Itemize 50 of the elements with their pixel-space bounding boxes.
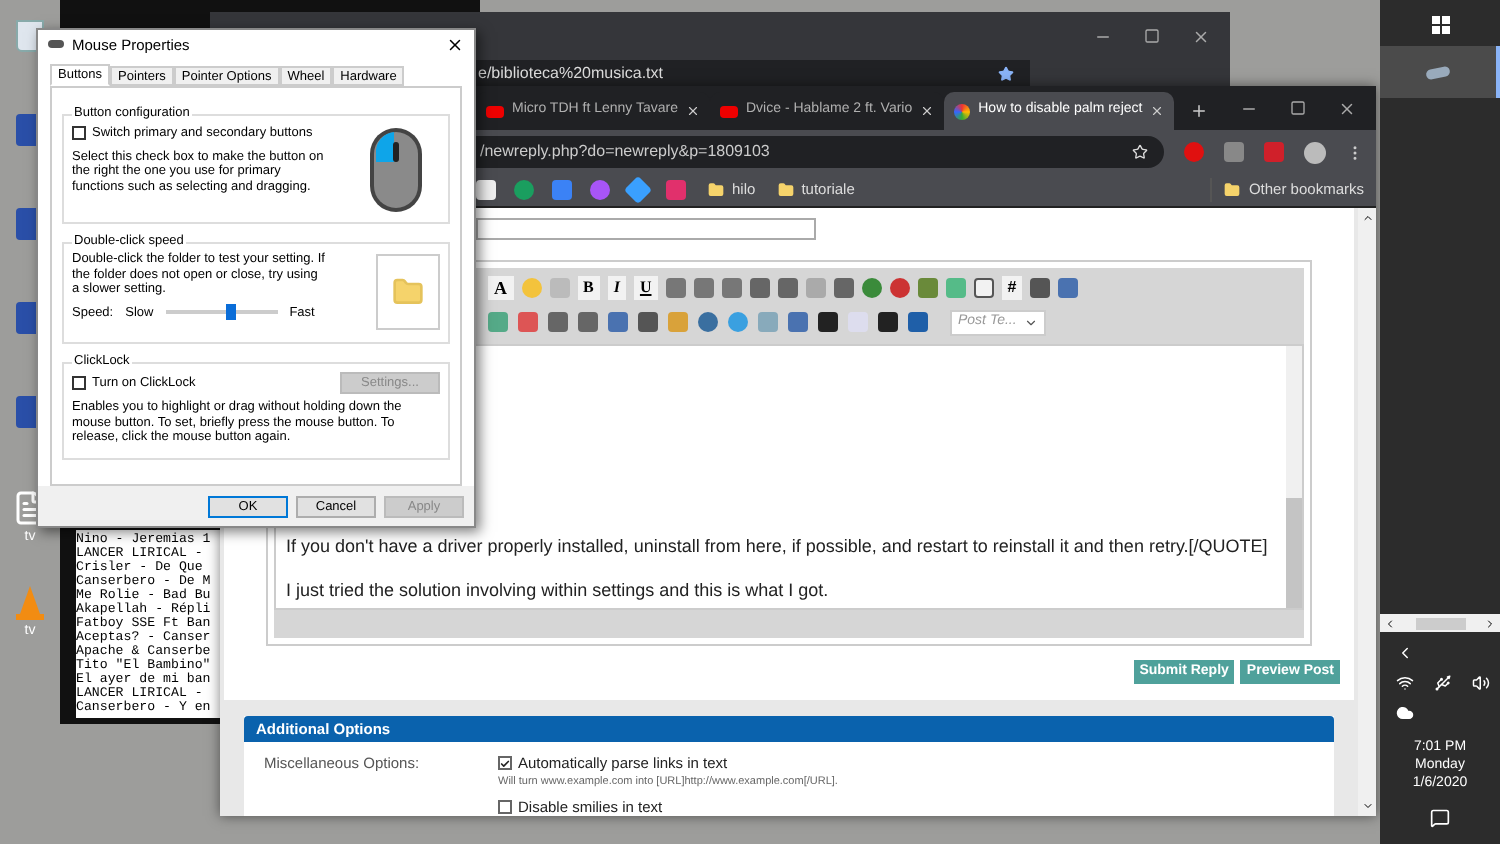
new-tab-icon[interactable] [1190, 102, 1209, 120]
show-hidden-icons-icon[interactable] [1396, 644, 1414, 662]
close-icon[interactable] [1338, 100, 1356, 118]
close-tab-icon[interactable] [1150, 104, 1165, 118]
mouse-drawing [368, 126, 424, 215]
taskbar-app-button[interactable] [1380, 46, 1500, 98]
folder-icon[interactable] [708, 182, 724, 198]
play-logo-icon [486, 105, 504, 117]
scroll-right-icon[interactable] [1484, 617, 1496, 629]
hash-button[interactable]: # [1001, 276, 1023, 300]
checkbox[interactable] [498, 799, 512, 814]
close-icon[interactable] [446, 35, 464, 54]
close-tab-icon[interactable] [920, 104, 935, 118]
checkbox[interactable] [72, 126, 86, 141]
underline-button[interactable]: U [633, 276, 658, 300]
close-tab-icon[interactable] [686, 104, 700, 118]
scrollbar[interactable] [1286, 346, 1302, 608]
profile-avatar[interactable] [1304, 141, 1326, 163]
scroll-up-icon[interactable] [1361, 212, 1373, 224]
text-input-field[interactable] [476, 218, 816, 240]
maximize-icon[interactable] [1290, 100, 1306, 116]
volume-icon[interactable] [1472, 674, 1490, 692]
checkbox[interactable] [72, 376, 86, 391]
italic-button[interactable]: I [607, 276, 626, 300]
caret-icon[interactable] [1024, 315, 1038, 329]
wifi-icon[interactable] [1396, 674, 1414, 692]
maximize-icon[interactable] [1144, 28, 1160, 44]
folder-icon[interactable] [777, 182, 794, 198]
mouse-icon [1425, 64, 1451, 80]
usb-icon[interactable] [1434, 674, 1452, 692]
folder-icon[interactable] [1224, 182, 1241, 198]
scrollbar[interactable] [1380, 614, 1500, 632]
scroll-left-icon[interactable] [1384, 617, 1396, 629]
windows-logo-icon[interactable] [1431, 16, 1449, 34]
message-text: I just tried the solution involving within settings and this is what I got. [286, 577, 831, 604]
bold-button[interactable]: B [577, 276, 600, 300]
message-text: If you don't have a driver properly installed, uninstall from here, if possible, and restart to reinstall it and then retry.[/QUOTE] [286, 534, 1270, 560]
cloud-icon[interactable] [1396, 704, 1414, 722]
star-icon[interactable] [998, 65, 1014, 81]
font-color-button[interactable]: A [488, 276, 513, 300]
page-scrollbar[interactable] [1358, 208, 1376, 816]
puzzle-logo-icon [954, 103, 971, 119]
notifications-icon[interactable] [1430, 808, 1450, 828]
slider-thumb[interactable] [226, 304, 237, 321]
star-icon[interactable] [1132, 144, 1148, 160]
scroll-down-icon[interactable] [1361, 800, 1373, 812]
play-logo-icon [720, 105, 738, 117]
mouse-icon [48, 40, 64, 49]
checkbox[interactable] [498, 756, 512, 771]
slider-track[interactable] [165, 304, 278, 321]
